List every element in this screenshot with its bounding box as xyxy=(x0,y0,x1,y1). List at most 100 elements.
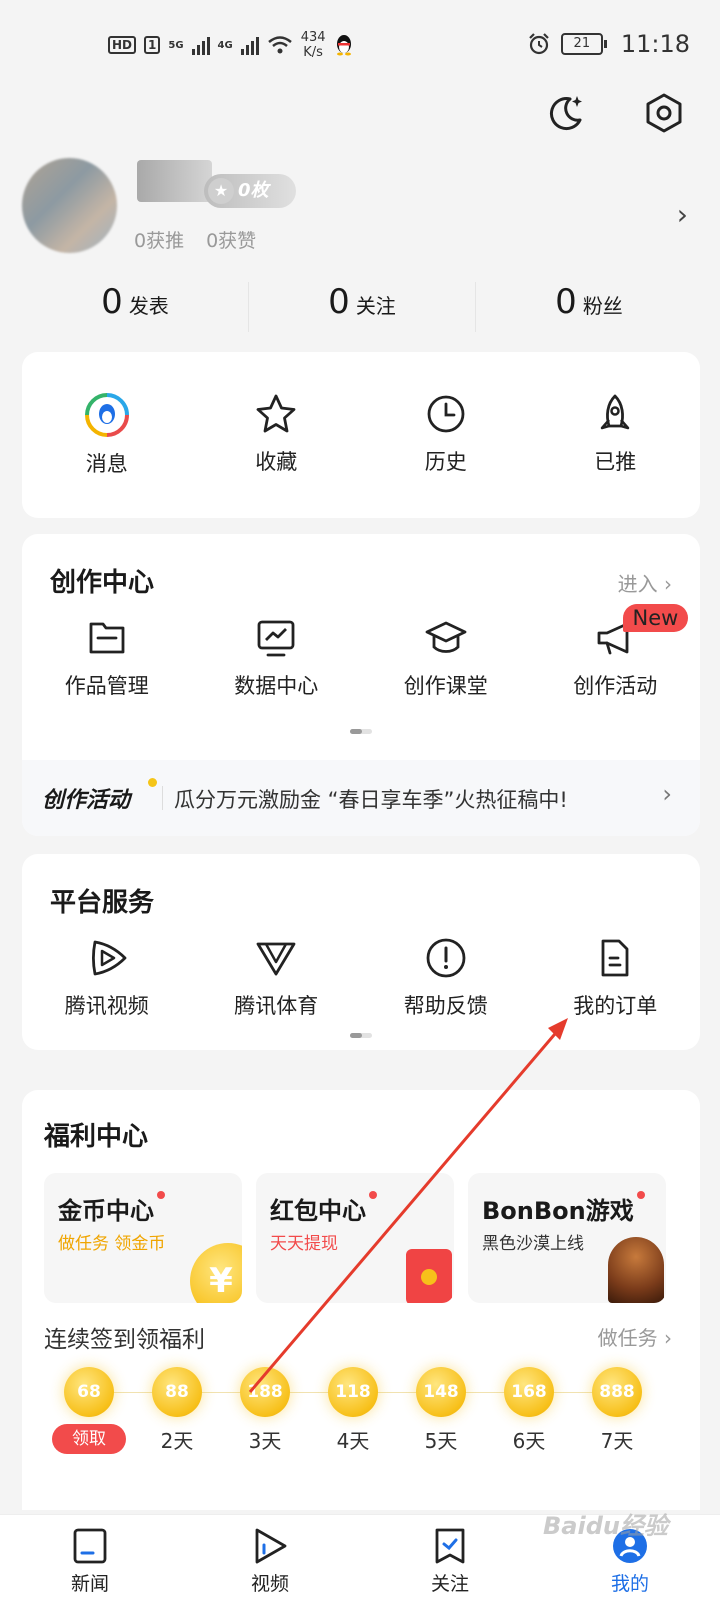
settings-icon[interactable] xyxy=(644,92,684,134)
chevron-right-icon: › xyxy=(664,1326,672,1350)
tile-desc: 黑色沙漠上线 xyxy=(482,1234,584,1254)
news-icon xyxy=(73,1528,107,1564)
day-label: 4天 xyxy=(336,1429,370,1453)
welfare-tile-coins[interactable]: 金币中心 做任务 领金币 ¥ xyxy=(44,1173,242,1303)
welfare-tile-redpacket[interactable]: 红包中心 天天提现 xyxy=(256,1173,454,1303)
quick-item-history[interactable]: 历史 xyxy=(361,392,531,478)
platform-label: 帮助反馈 xyxy=(403,994,488,1018)
signin-day-3: 188 3天 xyxy=(240,1367,290,1454)
net-speed: 434 K/s xyxy=(301,30,326,60)
likes-count: 0获赞 xyxy=(206,230,257,252)
tab-label: 我的 xyxy=(610,1573,649,1595)
section-title: 福利中心 xyxy=(44,1122,149,1152)
welfare-tile-games[interactable]: BonBon游戏 黑色沙漠上线 xyxy=(468,1173,666,1303)
claim-button[interactable]: 领取 xyxy=(52,1424,126,1454)
signin-day-7: 888 7天 xyxy=(592,1367,642,1454)
section-title: 创作中心 xyxy=(50,568,155,598)
signal-icon-2 xyxy=(240,35,259,55)
coin-badge-text: 0枚 xyxy=(238,180,269,201)
wifi-icon xyxy=(267,36,292,54)
signin-title: 连续签到领福利 xyxy=(44,1327,205,1353)
day-label: 7天 xyxy=(600,1429,634,1453)
avatar[interactable] xyxy=(22,158,117,253)
creation-label: 创作活动 xyxy=(573,674,658,698)
folder-icon xyxy=(89,622,125,654)
platform-item-orders[interactable]: 我的订单 xyxy=(531,936,701,1020)
following-count[interactable]: 0 关注 xyxy=(249,282,476,332)
platform-item-video[interactable]: 腾讯视频 xyxy=(22,936,192,1020)
coin-amount: 118 xyxy=(328,1367,378,1417)
coin-badge[interactable]: ★ 0枚 xyxy=(204,174,296,208)
rocket-icon xyxy=(601,394,630,430)
quick-access-card: 消息 收藏 历史 已推 xyxy=(22,352,700,518)
count-number: 0 xyxy=(328,282,350,322)
banner-divider xyxy=(162,786,163,810)
platform-item-sports[interactable]: 腾讯体育 xyxy=(192,936,362,1020)
tile-title: 红包中心 xyxy=(270,1191,377,1226)
star-icon xyxy=(256,394,296,433)
coin-amount: 68 xyxy=(64,1367,114,1417)
tile-title: 金币中心 xyxy=(58,1191,165,1226)
banner-tag: 创作活动 xyxy=(42,788,131,813)
day-label: 6天 xyxy=(512,1429,546,1453)
pager-indicator xyxy=(350,729,372,734)
qq-message-icon xyxy=(84,393,129,437)
creation-label: 创作课堂 xyxy=(403,674,488,698)
do-task-link[interactable]: 做任务 › xyxy=(598,1322,672,1351)
count-label: 关注 xyxy=(355,294,396,318)
tab-follow[interactable]: 关注 xyxy=(360,1515,540,1601)
platform-label: 腾讯视频 xyxy=(64,994,149,1018)
chevron-right-icon[interactable]: › xyxy=(677,198,688,231)
creation-item-class[interactable]: 创作课堂 xyxy=(361,616,531,700)
tab-news[interactable]: 新闻 xyxy=(0,1515,180,1601)
profile-header[interactable]: ★ 0枚 0获推 0获赞 › xyxy=(22,158,702,268)
coin-amount: 888 xyxy=(592,1367,642,1417)
coin-amount: 188 xyxy=(240,1367,290,1417)
gold-coin-icon: ¥ xyxy=(190,1243,242,1303)
tab-label: 视频 xyxy=(250,1573,289,1595)
signin-day-1[interactable]: 68 xyxy=(64,1367,114,1417)
platform-item-feedback[interactable]: 帮助反馈 xyxy=(361,936,531,1020)
enter-link[interactable]: 进入 › xyxy=(618,568,672,597)
creation-label: 数据中心 xyxy=(234,674,319,698)
order-document-icon xyxy=(601,939,629,977)
tile-title-text: 红包中心 xyxy=(270,1197,366,1225)
top-actions xyxy=(544,92,684,134)
battery-icon: 21 xyxy=(560,33,607,55)
creation-item-activity[interactable]: 创作活动 New xyxy=(531,604,701,700)
chevron-right-icon: › xyxy=(662,780,672,808)
signin-day-6: 168 6天 xyxy=(504,1367,554,1454)
red-dot xyxy=(636,1191,645,1199)
exclamation-circle-icon xyxy=(426,938,466,978)
platform-label: 腾讯体育 xyxy=(234,994,319,1018)
creation-grid: 作品管理 数据中心 创作课堂 创作活动 New xyxy=(22,604,701,700)
hd-badge: HD xyxy=(108,36,137,54)
creation-item-works[interactable]: 作品管理 xyxy=(22,616,192,700)
posts-count[interactable]: 0 发表 xyxy=(22,282,249,332)
tile-title-text: BonBon游戏 xyxy=(482,1197,634,1225)
tile-desc: 天天提现 xyxy=(270,1234,338,1254)
red-packet-icon xyxy=(406,1249,452,1303)
net1-label: 5G xyxy=(168,39,184,51)
new-badge: New xyxy=(622,604,689,632)
platform-grid: 腾讯视频 腾讯体育 帮助反馈 我的订单 xyxy=(22,936,700,1020)
username-blurred xyxy=(137,160,212,202)
fans-count[interactable]: 0 粉丝 xyxy=(476,282,702,332)
coin-amount: 148 xyxy=(416,1367,466,1417)
recommend-count: 0获推 xyxy=(134,230,185,252)
creation-activity-banner[interactable]: 创作活动 瓜分万元激励金 “春日享车季”火热征稿中! › xyxy=(22,760,700,836)
tile-title: BonBon游戏 xyxy=(482,1191,645,1226)
quick-item-pushed[interactable]: 已推 xyxy=(531,392,701,478)
creation-item-data[interactable]: 数据中心 xyxy=(192,616,362,700)
quick-item-message[interactable]: 消息 xyxy=(22,392,192,478)
night-mode-icon[interactable] xyxy=(544,92,586,134)
tab-video[interactable]: 视频 xyxy=(180,1515,360,1601)
day-label: 3天 xyxy=(248,1429,282,1453)
do-task-label: 做任务 xyxy=(597,1326,658,1350)
platform-services-card: 平台服务 腾讯视频 腾讯体育 帮助反馈 我的订单 xyxy=(22,854,700,1050)
enter-label: 进入 xyxy=(617,572,658,596)
profile-stats: 0获推 0获赞 xyxy=(134,226,256,253)
quick-item-favorites[interactable]: 收藏 xyxy=(192,392,362,478)
status-right: 21 11:18 xyxy=(527,30,690,58)
red-dot xyxy=(369,1191,377,1199)
